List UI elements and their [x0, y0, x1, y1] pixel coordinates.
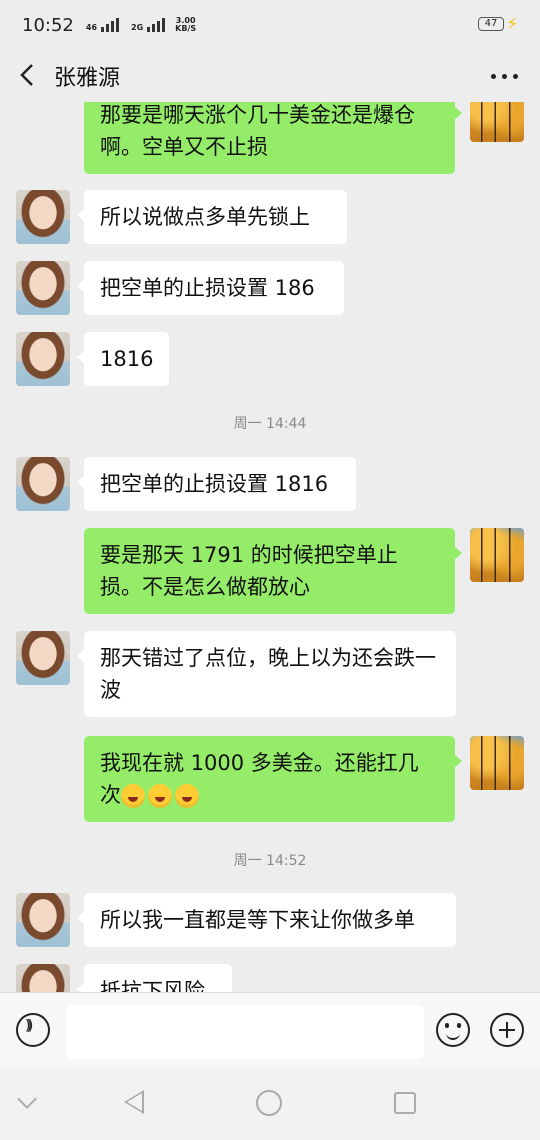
network-type-2: 2G [131, 23, 144, 32]
contact-avatar[interactable] [16, 964, 70, 992]
contact-avatar[interactable] [16, 631, 70, 685]
my-message-bubble[interactable]: 要是那天 1791 的时候把空单止损。不是怎么做都放心 [84, 528, 462, 614]
system-nav-bar [0, 1068, 540, 1140]
message-text: 那天错过了点位，晚上以为还会跌一波 [100, 646, 436, 702]
more-options-icon[interactable] [491, 74, 518, 79]
contact-message-bubble[interactable]: 把空单的止损设置 186 [77, 261, 344, 315]
contact-message-bubble[interactable]: 抵抗下风险 [77, 964, 232, 992]
network-speed-unit: KB/S [175, 24, 197, 33]
nav-recent-apps-icon[interactable] [394, 1092, 416, 1114]
contact-avatar[interactable] [16, 457, 70, 511]
my-message-bubble[interactable]: 我现在就 1000 多美金。还能扛几次 [84, 736, 462, 822]
nav-back-icon[interactable] [124, 1090, 144, 1114]
battery-icon: 47 [478, 17, 504, 31]
message-text: 那要是哪天涨个几十美金还是爆仓啊。空单又不止损 [100, 103, 415, 159]
message-text: 所以说做点多单先锁上 [100, 205, 310, 229]
message-text: 要是那天 1791 的时候把空单止损。不是怎么做都放心 [100, 543, 398, 599]
voice-input-icon[interactable] [16, 1013, 50, 1047]
battery-level: 47 [484, 18, 498, 29]
contact-message-bubble[interactable]: 1816 [77, 332, 169, 386]
chat-title: 张雅源 [54, 66, 121, 91]
emoji-icon[interactable] [436, 1013, 470, 1047]
laughing-emoji-icon [121, 784, 145, 808]
nav-home-icon[interactable] [256, 1090, 282, 1116]
contact-avatar[interactable] [16, 261, 70, 315]
message-timestamp: 周一 14:44 [233, 416, 307, 432]
message-input-bar [0, 992, 540, 1068]
my-message-bubble[interactable]: 那要是哪天涨个几十美金还是爆仓啊。空单又不止损 [84, 102, 462, 174]
my-avatar[interactable] [470, 736, 524, 790]
back-arrow-icon[interactable] [16, 62, 40, 88]
contact-message-bubble[interactable]: 所以我一直都是等下来让你做多单 [77, 893, 456, 947]
message-text: 把空单的止损设置 1816 [100, 472, 329, 496]
network-speed: 3.00 KB/S [175, 17, 196, 33]
contact-message-bubble[interactable]: 把空单的止损设置 1816 [77, 457, 356, 511]
contact-avatar[interactable] [16, 893, 70, 947]
message-text: 抵抗下风险 [100, 979, 205, 992]
network-type-1: 46 [85, 23, 98, 32]
chat-header: 张雅源 [0, 50, 540, 102]
chat-message-list[interactable]: 那要是哪天涨个几十美金还是爆仓啊。空单又不止损 所以说做点多单先锁上 把空单的止… [0, 102, 540, 992]
my-avatar[interactable] [470, 528, 524, 582]
message-text: 所以我一直都是等下来让你做多单 [100, 908, 415, 932]
contact-avatar[interactable] [16, 190, 70, 244]
status-bar: 10:52 46 2G 3.00 KB/S 47 ⚡ [0, 0, 540, 50]
chevron-down-icon[interactable] [17, 1089, 37, 1109]
message-text: 把空单的止损设置 186 [100, 276, 315, 300]
message-timestamp: 周一 14:52 [233, 853, 307, 869]
contact-avatar[interactable] [16, 332, 70, 386]
signal-icon-2: 2G [131, 18, 166, 32]
message-input[interactable] [66, 1005, 424, 1059]
contact-message-bubble[interactable]: 所以说做点多单先锁上 [77, 190, 347, 244]
charging-icon: ⚡ [506, 14, 518, 33]
signal-icon: 46 [85, 18, 120, 32]
my-avatar[interactable] [470, 102, 524, 142]
contact-message-bubble[interactable]: 那天错过了点位，晚上以为还会跌一波 [77, 631, 456, 717]
status-time: 10:52 [22, 14, 74, 36]
plus-icon[interactable] [490, 1013, 524, 1047]
message-text: 1816 [100, 347, 154, 371]
laughing-emoji-icon [148, 784, 172, 808]
laughing-emoji-icon [175, 784, 199, 808]
